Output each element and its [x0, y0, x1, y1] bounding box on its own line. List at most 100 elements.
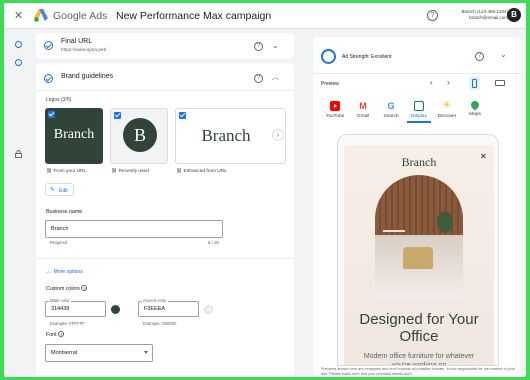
- tab-search[interactable]: G Search: [379, 101, 403, 119]
- main-color-label: Main color: [49, 298, 71, 303]
- tab-label: Gmail: [356, 114, 370, 119]
- checkbox-checked-icon[interactable]: [114, 112, 121, 119]
- main-color-input[interactable]: 314438: [45, 301, 106, 317]
- link-icon: ⛓: [46, 169, 53, 174]
- app-window: ✕ Google Ads New Performance Max campaig…: [4, 3, 526, 377]
- desktop-icon[interactable]: [495, 80, 505, 86]
- chevron-right-icon[interactable]: ›: [272, 129, 284, 141]
- desk-shape: [383, 230, 405, 232]
- account-info[interactable]: Branch (123-456-1234) branch@email.com: [450, 9, 508, 21]
- edit-label: Edit: [59, 187, 68, 194]
- logo-monogram: B: [133, 125, 146, 145]
- font-select[interactable]: Montserrat: [45, 344, 153, 362]
- business-name-input[interactable]: Branch: [45, 220, 223, 238]
- phone-icon: [472, 79, 477, 88]
- font-label-text: Font: [46, 332, 57, 338]
- help-icon[interactable]: ?: [254, 42, 263, 51]
- link-icon: ⛓: [176, 169, 183, 174]
- step-complete-icon[interactable]: [15, 41, 22, 48]
- maps-pin-icon: [469, 99, 481, 111]
- gmail-icon: M: [359, 101, 367, 111]
- checkbox-checked-icon[interactable]: [48, 111, 55, 118]
- ad-strength-ring-icon: [321, 49, 336, 64]
- main-color-swatch[interactable]: [111, 305, 120, 314]
- phone-preview: Branch ✕ Designed for Your Office Modern…: [337, 134, 499, 366]
- logo-tile[interactable]: Branch: [45, 108, 103, 164]
- preview-label: Preview: [321, 81, 339, 87]
- accent-color-input[interactable]: F3EEEA: [138, 301, 199, 317]
- lock-icon: [15, 150, 22, 158]
- ad-image: [375, 175, 463, 299]
- logos-label: Logos (3/5): [46, 97, 72, 103]
- ad-headline: Designed for Your Office: [359, 311, 479, 345]
- tab-discover[interactable]: ✳ Discover: [435, 101, 459, 120]
- tab-display[interactable]: Display: [407, 101, 431, 123]
- step-current-icon[interactable]: [15, 59, 22, 66]
- help-icon[interactable]: ?: [427, 10, 438, 21]
- logo-caption: ⛓ From your URL: [46, 169, 86, 174]
- checkbox-checked-icon[interactable]: [179, 112, 186, 119]
- final-url-title: Final URL: [61, 38, 93, 45]
- business-name-label: Business name: [46, 209, 83, 215]
- google-g-icon: G: [387, 101, 395, 111]
- avatar[interactable]: B: [507, 8, 521, 22]
- logo-wordmark: Branch: [53, 127, 95, 142]
- required-hint: Required: [50, 240, 68, 245]
- mobile-view-button[interactable]: [469, 77, 480, 90]
- accent-color-swatch[interactable]: [204, 305, 213, 314]
- main-color-value: 314438: [51, 306, 70, 312]
- custom-colors-label: Custom colors ?: [46, 285, 88, 292]
- tab-label: Display: [411, 114, 427, 119]
- logo-tile[interactable]: Branch ›: [175, 108, 286, 164]
- final-url-value: https://www.spsa.pet/: [61, 48, 107, 53]
- help-icon[interactable]: ?: [475, 52, 484, 61]
- main-color-example: Example: FFFFFF: [50, 321, 85, 326]
- edit-button[interactable]: ✎ Edit: [45, 183, 74, 196]
- tab-active-indicator: [407, 121, 431, 123]
- logo-tile[interactable]: B: [110, 108, 168, 164]
- more-options-toggle[interactable]: ︿ More options: [46, 268, 83, 275]
- preview-disclaimer: Previews shown here are examples and don…: [321, 367, 516, 376]
- brand-guidelines-card: Brand guidelines ? ︿ Logos (3/5) Branch …: [36, 63, 294, 377]
- plant-shape: [437, 211, 453, 233]
- final-url-card[interactable]: Final URL https://www.spsa.pet/ ? ⌄: [36, 33, 294, 59]
- preview-panel: Ad Strength: Excellent ? ⌄ Preview ‹ › Y…: [313, 37, 521, 377]
- check-circle-icon: [44, 41, 53, 50]
- youtube-icon: [330, 101, 340, 111]
- pencil-icon: ✎: [50, 187, 55, 193]
- campaign-title: New Performance Max campaign: [116, 10, 272, 22]
- tab-youtube[interactable]: YouTube: [323, 101, 347, 119]
- google-ads-logo-icon: [34, 9, 48, 22]
- help-icon[interactable]: ?: [81, 285, 88, 291]
- tab-label: YouTube: [325, 114, 345, 119]
- logo-circle: B: [123, 118, 157, 152]
- ad-description: Modern office furniture for whatever you…: [363, 353, 475, 366]
- ad-strength-label: Ad Strength: Excellent: [342, 54, 392, 60]
- divider: [313, 73, 521, 74]
- logo-caption-text: Recently used: [118, 169, 149, 174]
- accent-color-label: Accent color: [142, 298, 168, 303]
- dropdown-arrow-icon: [144, 351, 148, 354]
- chevron-right-icon[interactable]: ›: [447, 78, 450, 87]
- display-icon: [414, 101, 424, 111]
- close-icon[interactable]: ✕: [14, 9, 23, 22]
- logo-caption: ⛓ Enhanced from URL: [176, 169, 227, 174]
- tab-gmail[interactable]: M Gmail: [351, 101, 375, 119]
- chevron-up-icon[interactable]: ︿: [272, 72, 279, 82]
- chevron-left-icon[interactable]: ‹: [430, 78, 433, 87]
- logo-caption-text: Enhanced from URL: [183, 169, 227, 174]
- help-icon[interactable]: ?: [254, 74, 263, 83]
- chevron-up-icon: ︿: [46, 269, 52, 275]
- logo-caption-text: From your URL: [53, 169, 87, 174]
- link-icon: ⛓: [111, 169, 118, 174]
- ad-brand: Branch: [401, 155, 437, 169]
- logo-wordmark: Branch: [201, 126, 251, 145]
- check-circle-icon: [44, 74, 53, 83]
- close-icon[interactable]: ✕: [480, 152, 487, 161]
- help-icon[interactable]: ?: [58, 331, 65, 337]
- display-ad[interactable]: Branch ✕ Designed for Your Office Modern…: [344, 145, 494, 366]
- chevron-down-icon[interactable]: ⌄: [500, 50, 507, 59]
- divider: [36, 90, 294, 91]
- chevron-down-icon[interactable]: ⌄: [272, 41, 279, 50]
- tab-maps[interactable]: Maps: [463, 99, 487, 117]
